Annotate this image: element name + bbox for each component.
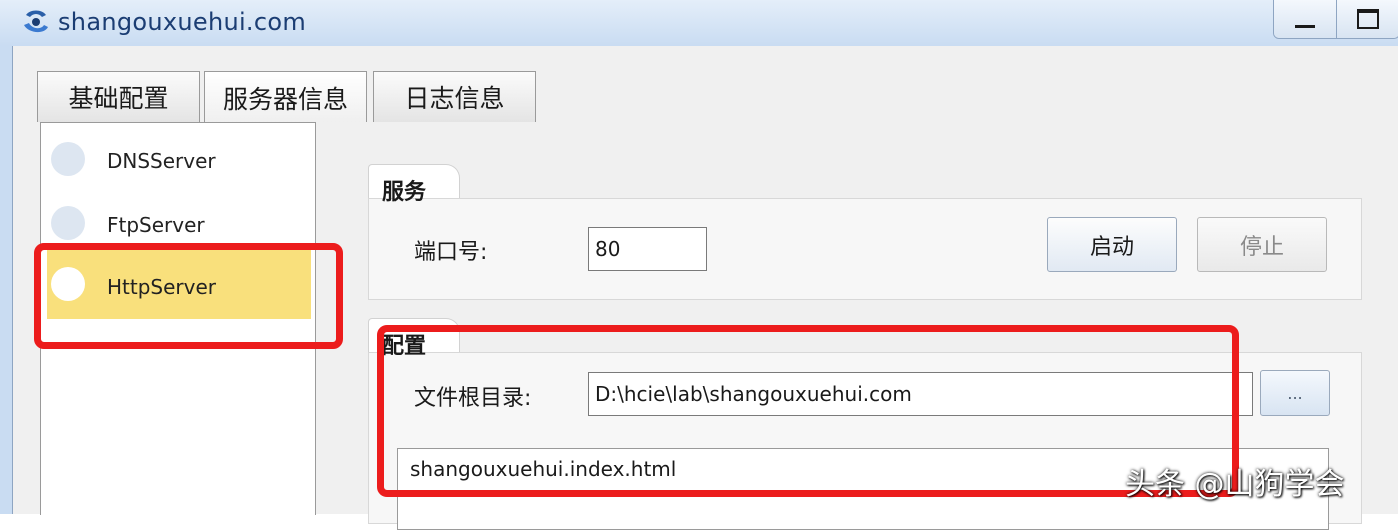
minimize-button[interactable] (1274, 0, 1336, 38)
app-logo-icon (24, 10, 48, 33)
service-group-title: 服务 (382, 180, 427, 205)
title-bar: shangouxuehui.com (0, 0, 1398, 46)
tab-label: 服务器信息 (222, 84, 348, 114)
start-button[interactable]: 启动 (1047, 217, 1177, 272)
stop-button[interactable]: 停止 (1197, 217, 1327, 272)
port-label: 端口号: (414, 240, 488, 265)
server-label: FtpServer (107, 213, 205, 237)
tab-log-info[interactable]: 日志信息 (373, 71, 536, 122)
server-item-dns[interactable]: DNSServer (47, 127, 311, 191)
browse-button[interactable]: ... (1260, 370, 1330, 416)
tab-label: 日志信息 (404, 84, 505, 113)
highlight-box-http-server (34, 243, 343, 349)
window-title: shangouxuehui.com (58, 8, 307, 36)
minimize-icon (1295, 24, 1315, 28)
window-controls (1273, 0, 1398, 39)
server-label: DNSServer (107, 149, 216, 173)
tab-basic-config[interactable]: 基础配置 (37, 71, 200, 122)
status-dot-icon (51, 206, 85, 240)
watermark-text: 头条 @山狗学会 (1125, 467, 1345, 502)
tab-label: 基础配置 (68, 84, 169, 113)
maximize-icon (1357, 9, 1379, 29)
maximize-button[interactable] (1336, 0, 1398, 38)
port-input[interactable]: 80 (588, 227, 707, 271)
tab-server-info[interactable]: 服务器信息 (204, 71, 367, 123)
status-dot-icon (51, 142, 85, 176)
window-frame (0, 46, 12, 514)
highlight-box-config (377, 325, 1239, 497)
